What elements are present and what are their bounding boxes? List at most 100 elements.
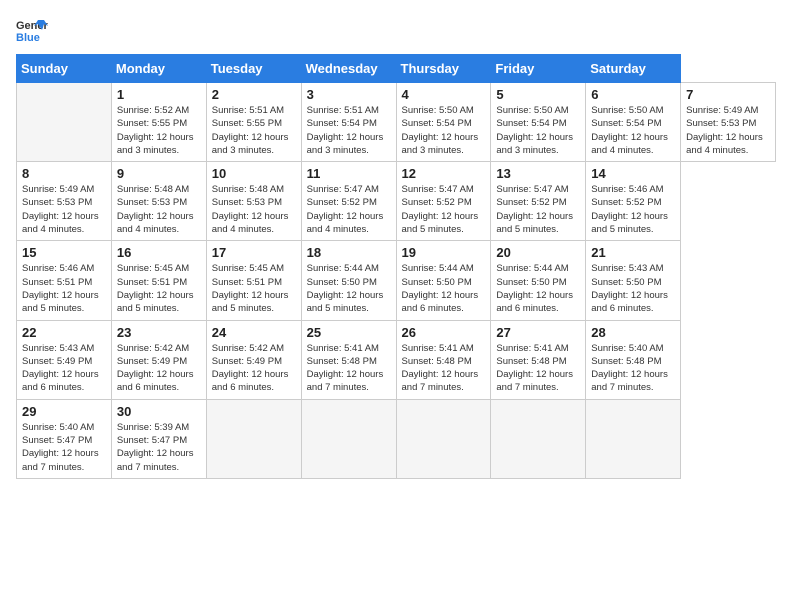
day-cell: 1 Sunrise: 5:52 AMSunset: 5:55 PMDaylight… (111, 83, 206, 162)
day-cell (301, 399, 396, 478)
day-number: 1 (117, 87, 201, 102)
cell-info: Sunrise: 5:45 AMSunset: 5:51 PMDaylight:… (212, 263, 289, 314)
day-cell: 14Sunrise: 5:46 AMSunset: 5:52 PMDayligh… (586, 162, 681, 241)
cell-info: Sunrise: 5:43 AMSunset: 5:49 PMDaylight:… (22, 343, 99, 394)
cell-info: Sunrise: 5:47 AMSunset: 5:52 PMDaylight:… (496, 184, 573, 235)
day-cell (491, 399, 586, 478)
day-number: 11 (307, 166, 391, 181)
day-number: 13 (496, 166, 580, 181)
day-cell (586, 399, 681, 478)
day-cell: 17 Sunrise: 5:45 AMSunset: 5:51 PMDayligh… (206, 241, 301, 320)
cell-info: Sunrise: 5:41 AMSunset: 5:48 PMDaylight:… (402, 343, 479, 394)
day-cell: 9 Sunrise: 5:48 AMSunset: 5:53 PMDaylight… (111, 162, 206, 241)
cell-info: Sunrise: 5:48 AMSunset: 5:53 PMDaylight:… (212, 184, 289, 235)
day-cell: 22 Sunrise: 5:43 AMSunset: 5:49 PMDayligh… (17, 320, 112, 399)
cell-info: Sunrise: 5:41 AMSunset: 5:48 PMDaylight:… (307, 343, 384, 394)
cell-info: Sunrise: 5:50 AMSunset: 5:54 PMDaylight:… (402, 105, 479, 156)
day-cell: 24 Sunrise: 5:42 AMSunset: 5:49 PMDayligh… (206, 320, 301, 399)
day-number: 18 (307, 245, 391, 260)
cell-info: Sunrise: 5:44 AMSunset: 5:50 PMDaylight:… (496, 263, 573, 314)
cell-info: Sunrise: 5:46 AMSunset: 5:52 PMDaylight:… (591, 184, 668, 235)
day-number: 28 (591, 325, 675, 340)
cell-info: Sunrise: 5:44 AMSunset: 5:50 PMDaylight:… (402, 263, 479, 314)
day-cell: 18 Sunrise: 5:44 AMSunset: 5:50 PMDayligh… (301, 241, 396, 320)
day-cell: 6Sunrise: 5:50 AMSunset: 5:54 PMDaylight… (586, 83, 681, 162)
day-cell: 11 Sunrise: 5:47 AMSunset: 5:52 PMDayligh… (301, 162, 396, 241)
day-cell: 26Sunrise: 5:41 AMSunset: 5:48 PMDayligh… (396, 320, 491, 399)
cell-info: Sunrise: 5:45 AMSunset: 5:51 PMDaylight:… (117, 263, 194, 314)
cell-info: Sunrise: 5:49 AMSunset: 5:53 PMDaylight:… (686, 105, 763, 156)
header-monday: Monday (111, 55, 206, 83)
day-cell: 16 Sunrise: 5:45 AMSunset: 5:51 PMDayligh… (111, 241, 206, 320)
day-cell: 13 Sunrise: 5:47 AMSunset: 5:52 PMDayligh… (491, 162, 586, 241)
week-row-3: 15 Sunrise: 5:46 AMSunset: 5:51 PMDayligh… (17, 241, 776, 320)
cell-info: Sunrise: 5:49 AMSunset: 5:53 PMDaylight:… (22, 184, 99, 235)
header-friday: Friday (491, 55, 586, 83)
day-number: 7 (686, 87, 770, 102)
cell-info: Sunrise: 5:42 AMSunset: 5:49 PMDaylight:… (212, 343, 289, 394)
logo: General Blue (16, 16, 48, 44)
day-cell: 2Sunrise: 5:51 AMSunset: 5:55 PMDaylight… (206, 83, 301, 162)
cell-info: Sunrise: 5:40 AMSunset: 5:47 PMDaylight:… (22, 422, 99, 473)
day-number: 20 (496, 245, 580, 260)
day-number: 2 (212, 87, 296, 102)
day-number: 15 (22, 245, 106, 260)
header-thursday: Thursday (396, 55, 491, 83)
day-cell (396, 399, 491, 478)
week-row-5: 29 Sunrise: 5:40 AMSunset: 5:47 PMDayligh… (17, 399, 776, 478)
day-cell: 28 Sunrise: 5:40 AMSunset: 5:48 PMDayligh… (586, 320, 681, 399)
cell-info: Sunrise: 5:52 AMSunset: 5:55 PMDaylight:… (117, 105, 194, 156)
header-sunday: Sunday (17, 55, 112, 83)
week-row-1: 1 Sunrise: 5:52 AMSunset: 5:55 PMDaylight… (17, 83, 776, 162)
calendar-table: SundayMondayTuesdayWednesdayThursdayFrid… (16, 54, 776, 479)
day-cell: 7 Sunrise: 5:49 AMSunset: 5:53 PMDaylight… (681, 83, 776, 162)
day-number: 27 (496, 325, 580, 340)
day-cell (17, 83, 112, 162)
day-cell: 3Sunrise: 5:51 AMSunset: 5:54 PMDaylight… (301, 83, 396, 162)
logo-icon: General Blue (16, 16, 48, 44)
cell-info: Sunrise: 5:40 AMSunset: 5:48 PMDaylight:… (591, 343, 668, 394)
day-number: 23 (117, 325, 201, 340)
day-number: 3 (307, 87, 391, 102)
cell-info: Sunrise: 5:41 AMSunset: 5:48 PMDaylight:… (496, 343, 573, 394)
day-number: 19 (402, 245, 486, 260)
day-cell: 25Sunrise: 5:41 AMSunset: 5:48 PMDayligh… (301, 320, 396, 399)
page-header: General Blue (16, 16, 776, 44)
cell-info: Sunrise: 5:47 AMSunset: 5:52 PMDaylight:… (307, 184, 384, 235)
day-cell: 10Sunrise: 5:48 AMSunset: 5:53 PMDayligh… (206, 162, 301, 241)
header-row: SundayMondayTuesdayWednesdayThursdayFrid… (17, 55, 776, 83)
day-cell (206, 399, 301, 478)
cell-info: Sunrise: 5:46 AMSunset: 5:51 PMDaylight:… (22, 263, 99, 314)
day-number: 8 (22, 166, 106, 181)
week-row-2: 8 Sunrise: 5:49 AMSunset: 5:53 PMDaylight… (17, 162, 776, 241)
day-cell: 27 Sunrise: 5:41 AMSunset: 5:48 PMDayligh… (491, 320, 586, 399)
cell-info: Sunrise: 5:48 AMSunset: 5:53 PMDaylight:… (117, 184, 194, 235)
day-cell: 12 Sunrise: 5:47 AMSunset: 5:52 PMDayligh… (396, 162, 491, 241)
cell-info: Sunrise: 5:39 AMSunset: 5:47 PMDaylight:… (117, 422, 194, 473)
day-number: 29 (22, 404, 106, 419)
day-number: 22 (22, 325, 106, 340)
cell-info: Sunrise: 5:44 AMSunset: 5:50 PMDaylight:… (307, 263, 384, 314)
day-cell: 8 Sunrise: 5:49 AMSunset: 5:53 PMDaylight… (17, 162, 112, 241)
cell-info: Sunrise: 5:47 AMSunset: 5:52 PMDaylight:… (402, 184, 479, 235)
cell-info: Sunrise: 5:43 AMSunset: 5:50 PMDaylight:… (591, 263, 668, 314)
cell-info: Sunrise: 5:50 AMSunset: 5:54 PMDaylight:… (496, 105, 573, 156)
day-number: 9 (117, 166, 201, 181)
day-cell: 21 Sunrise: 5:43 AMSunset: 5:50 PMDayligh… (586, 241, 681, 320)
day-number: 21 (591, 245, 675, 260)
day-cell: 30Sunrise: 5:39 AMSunset: 5:47 PMDayligh… (111, 399, 206, 478)
day-number: 16 (117, 245, 201, 260)
day-number: 4 (402, 87, 486, 102)
day-number: 24 (212, 325, 296, 340)
header-wednesday: Wednesday (301, 55, 396, 83)
day-cell: 19 Sunrise: 5:44 AMSunset: 5:50 PMDayligh… (396, 241, 491, 320)
header-tuesday: Tuesday (206, 55, 301, 83)
week-row-4: 22 Sunrise: 5:43 AMSunset: 5:49 PMDayligh… (17, 320, 776, 399)
cell-info: Sunrise: 5:42 AMSunset: 5:49 PMDaylight:… (117, 343, 194, 394)
cell-info: Sunrise: 5:50 AMSunset: 5:54 PMDaylight:… (591, 105, 668, 156)
header-saturday: Saturday (586, 55, 681, 83)
day-number: 5 (496, 87, 580, 102)
day-number: 17 (212, 245, 296, 260)
day-cell: 5 Sunrise: 5:50 AMSunset: 5:54 PMDaylight… (491, 83, 586, 162)
day-number: 12 (402, 166, 486, 181)
